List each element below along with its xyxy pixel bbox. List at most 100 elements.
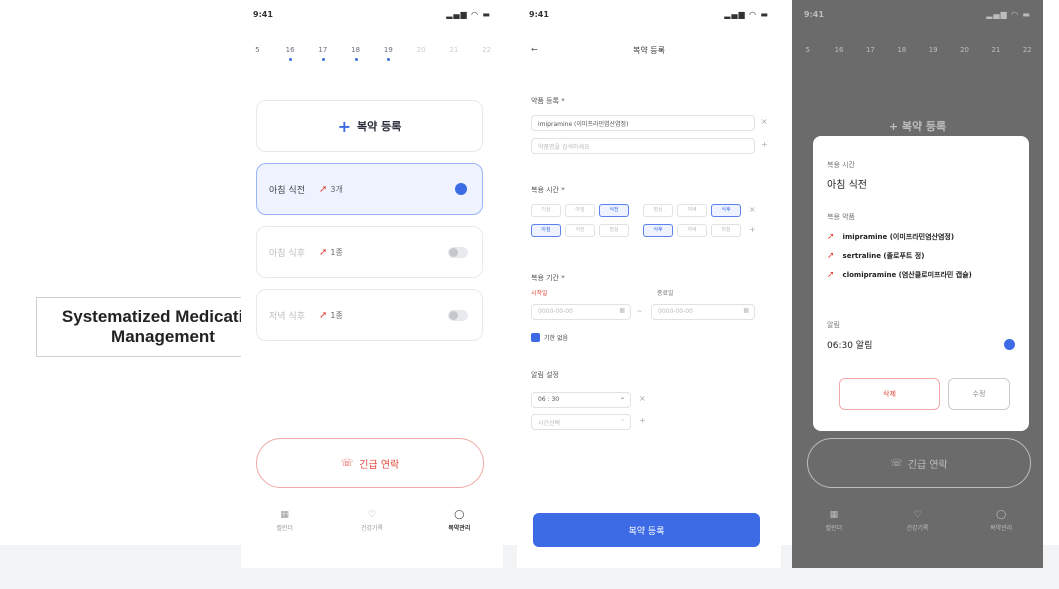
time-chip[interactable]: 아침 (565, 204, 595, 217)
emergency-contact-button[interactable]: ☏ 긴급 연락 (256, 438, 484, 488)
tab-bar: ▦ 캘린더 ♡ 건강기록 ◯ 복약관리 (241, 510, 503, 544)
add-icon[interactable]: + (761, 140, 768, 149)
status-time: 9:41 (253, 10, 273, 19)
date-item[interactable]: 18 (346, 46, 366, 68)
pill-icon: ➚ (318, 309, 328, 321)
pill-icon: ➚ (318, 246, 328, 258)
medication-card[interactable]: 저녁 식후 ➚ 1종 (256, 289, 483, 341)
pill-icon: ➚ (827, 251, 835, 261)
phone-icon: ☏ (340, 457, 354, 469)
drug-search-input[interactable]: 약품명을 검색하세요 (531, 138, 755, 154)
time-chip[interactable]: 저녁 (677, 224, 707, 237)
time-chip[interactable]: 아침 (531, 224, 561, 237)
time-chip[interactable]: 식전 (565, 224, 595, 237)
status-time: 9:41 (804, 10, 824, 19)
start-date-label: 시작일 (531, 290, 548, 297)
period-section-label: 복용 기간 * (531, 274, 565, 282)
time-section-label: 복용 시간 * (531, 186, 565, 194)
medication-card[interactable]: 아침 식전 ➚ 3개 (256, 163, 483, 215)
nav-bar: ← 복약 등록 (517, 45, 781, 61)
chevron-down-icon: ⌄ (619, 394, 625, 401)
pill-tab-icon: ◯ (454, 510, 465, 520)
medication-detail-modal: 복용 시간 아침 식전 복용 약품 ➚ imipramine (이미프라민염산염정… (813, 136, 1029, 431)
plus-icon: + (337, 116, 352, 136)
date-item[interactable]: 16 (280, 46, 300, 68)
status-icons: ▂▄▆ ◠ ▬ (446, 10, 491, 19)
date-strip[interactable]: 5 16 17 18 19 20 21 22 (241, 46, 503, 68)
calendar-icon: ▦ (280, 510, 289, 520)
date-range-dash: ~ (637, 308, 643, 315)
add-icon[interactable]: + (749, 225, 756, 234)
tab-calendar[interactable]: ▦ 캘린더 (255, 510, 315, 544)
tab-health-record[interactable]: ♡ 건강기록 (342, 510, 402, 544)
delete-button[interactable]: 삭제 (839, 378, 940, 410)
status-bar: 9:41 ▂▄▆ ◠ ▬ (241, 10, 503, 22)
modal-time-label: 복용 시간 (827, 161, 855, 169)
status-bar: 9:41 ▂▄▆ ◠ ▬ (792, 10, 1043, 22)
medication-count: 1종 (330, 247, 343, 257)
time-chip[interactable]: 취침 (711, 224, 741, 237)
alarm-time-select-empty[interactable]: 시간선택 ⌄ (531, 414, 631, 430)
modal-time-value: 아침 식전 (827, 180, 867, 191)
medication-count: 3개 (330, 184, 343, 194)
end-date-label: 종료일 (657, 290, 674, 297)
drug-input[interactable]: imipramine (이미프라민염산염정) (531, 115, 755, 131)
screen-medication-detail-modal: 9:41 ▂▄▆ ◠ ▬ 5 16 17 18 19 20 21 22 + 복약… (792, 0, 1043, 568)
calendar-icon: ▦ (619, 307, 625, 314)
calendar-icon: ▦ (743, 307, 749, 314)
alarm-section-label: 알림 설정 (531, 371, 559, 379)
add-medication-label: 복약 등록 (357, 120, 402, 133)
status-icons: ▂▄▆ ◠ ▬ (986, 10, 1031, 19)
end-date-input[interactable]: 0000-00-00 ▦ (651, 304, 755, 320)
pill-icon: ➚ (827, 232, 835, 242)
date-item[interactable]: 20 (411, 46, 431, 68)
medication-card[interactable]: 아침 식후 ➚ 1종 (256, 226, 483, 278)
add-medication-label: + 복약 등록 (888, 120, 947, 133)
status-bar: 9:41 ▂▄▆ ◠ ▬ (517, 10, 781, 22)
time-chip[interactable]: 식후 (643, 224, 673, 237)
pill-icon: ➚ (827, 270, 835, 280)
pill-icon: ➚ (318, 183, 328, 195)
screen-medication-list: 9:41 ▂▄▆ ◠ ▬ 5 16 17 18 19 20 21 22 + 복약… (241, 0, 503, 568)
remove-icon[interactable]: × (749, 205, 756, 214)
date-item[interactable]: 22 (477, 46, 497, 68)
heart-icon: ♡ (367, 510, 377, 520)
date-item[interactable]: 19 (378, 46, 398, 68)
alarm-toggle[interactable] (448, 309, 468, 321)
modal-med-item: ➚ sertraline (졸로푸트 정) (827, 251, 925, 261)
add-medication-button[interactable]: + 복약 등록 (256, 100, 483, 152)
status-time: 9:41 (529, 10, 549, 19)
page-title: 복약 등록 (633, 46, 665, 55)
remove-icon[interactable]: × (639, 394, 646, 403)
edit-button[interactable]: 수정 (948, 378, 1010, 410)
remove-icon[interactable]: × (761, 117, 768, 126)
date-item[interactable]: 21 (444, 46, 464, 68)
medication-time-label: 아침 식후 (269, 248, 305, 259)
date-item[interactable]: 5 (247, 46, 267, 68)
modal-med-item: ➚ imipramine (이미프라민염산염정) (827, 232, 955, 242)
add-icon[interactable]: + (639, 416, 646, 425)
drug-section-label: 약품 등록 * (531, 97, 565, 105)
tab-medication[interactable]: ◯ 복약관리 (429, 510, 489, 544)
emergency-label: 긴급 연락 (359, 459, 400, 471)
alarm-toggle[interactable] (448, 182, 468, 195)
modal-meds-label: 복용 약품 (827, 213, 855, 221)
time-chip[interactable]: 저녁 (677, 204, 707, 217)
register-button[interactable]: 복약 등록 (533, 513, 760, 547)
time-chip[interactable]: 식전 (599, 204, 629, 217)
alarm-toggle[interactable] (448, 246, 468, 258)
time-chip[interactable]: 점심 (599, 224, 629, 237)
alarm-time-select[interactable]: 06 : 30 ⌄ (531, 392, 631, 408)
time-chip[interactable]: 기상 (531, 204, 561, 217)
medication-time-label: 아침 식전 (269, 185, 305, 196)
date-item[interactable]: 17 (313, 46, 333, 68)
alarm-toggle[interactable] (1004, 339, 1015, 350)
chevron-down-icon: ⌄ (619, 416, 625, 423)
time-chip[interactable]: 점심 (643, 204, 673, 217)
time-chip[interactable]: 식후 (711, 204, 741, 217)
start-date-input[interactable]: 0000-00-00 ▦ (531, 304, 631, 320)
tab-bar: ▦ 캘린더 ♡ 건강기록 ◯ 복약관리 (825, 510, 1013, 532)
no-end-checkbox[interactable] (531, 333, 540, 342)
no-end-label: 기한 없음 (544, 335, 568, 342)
modal-alarm-label: 알림 (827, 321, 840, 329)
